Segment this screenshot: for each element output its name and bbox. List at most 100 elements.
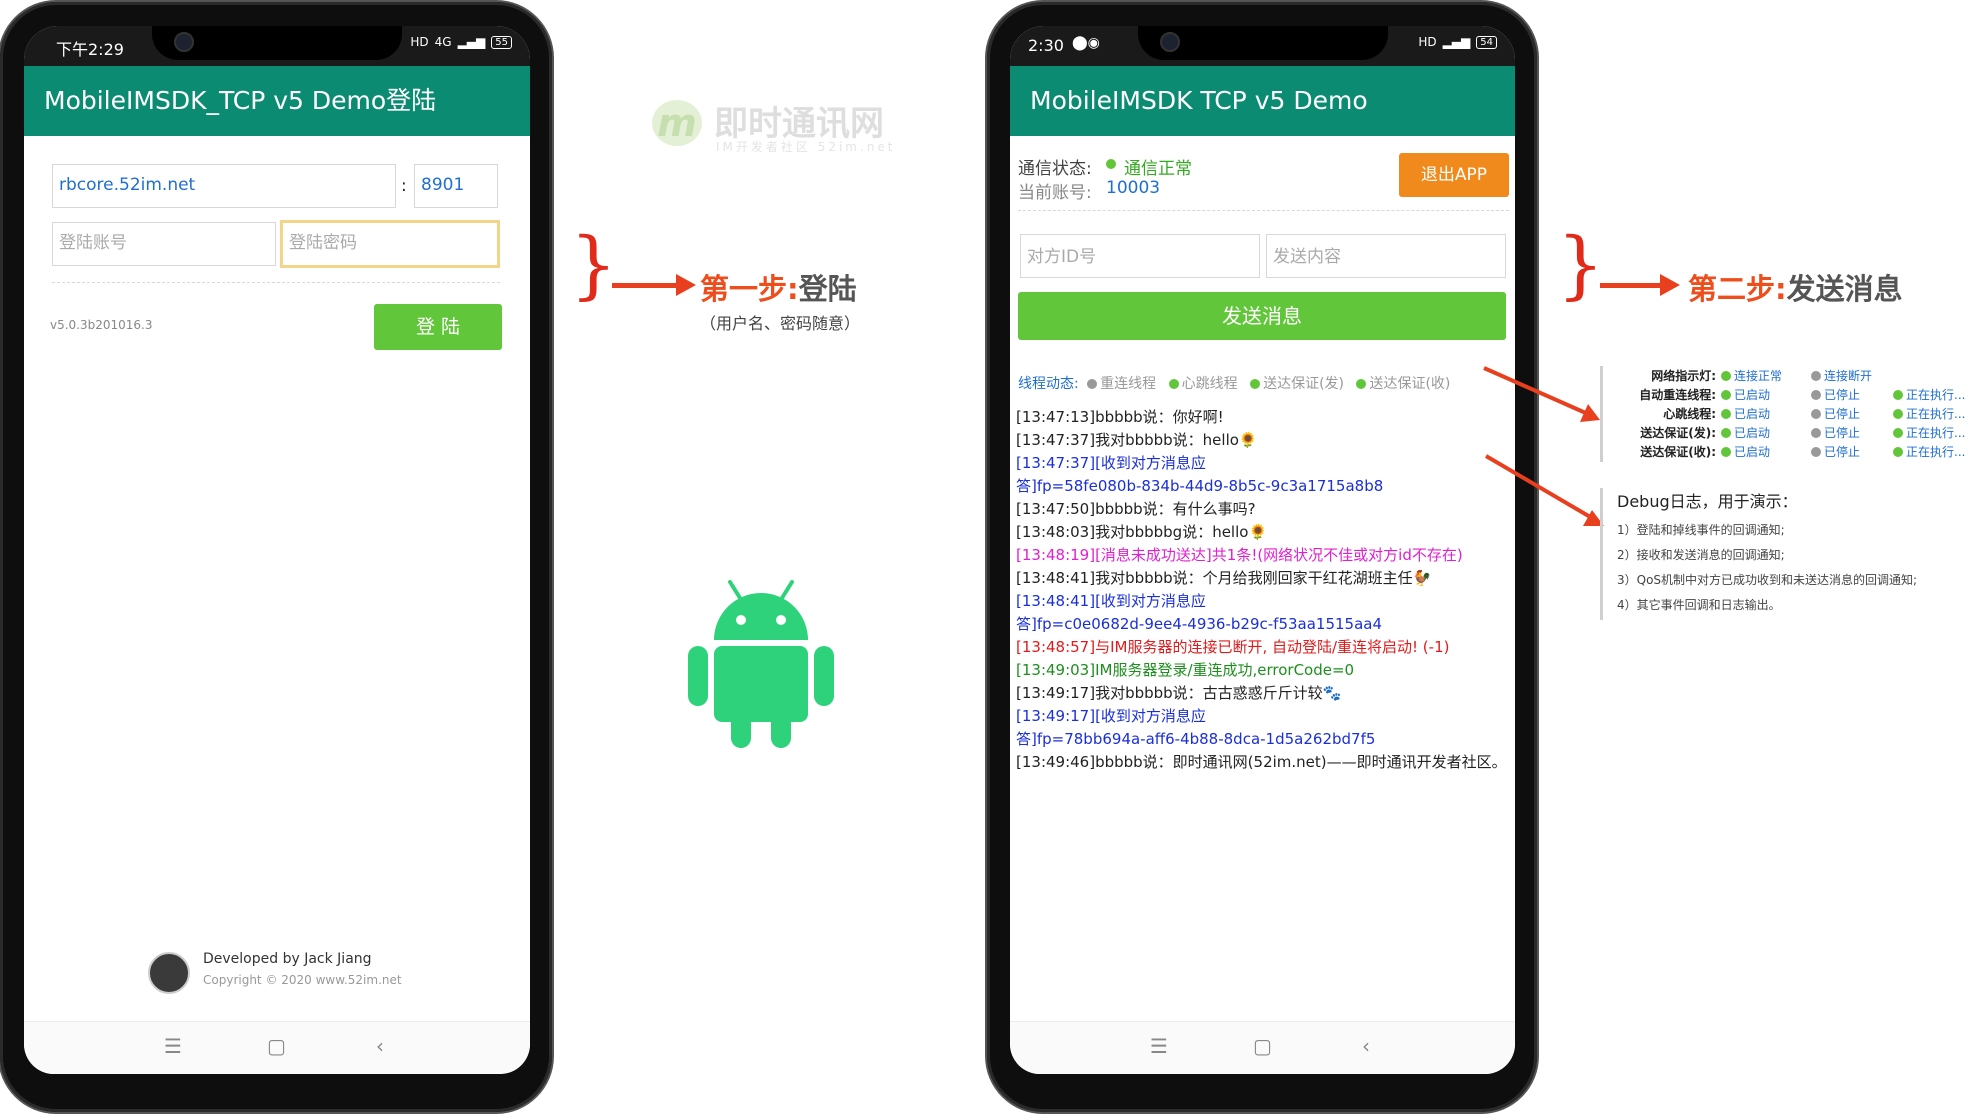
exit-app-button[interactable]: 退出APP — [1399, 153, 1509, 197]
log-line: [13:47:37][收到对方消息应 — [1016, 454, 1206, 472]
developer-credit: Developed by Jack Jiang — [203, 951, 372, 967]
legend-cell: 已启动 — [1720, 404, 1810, 423]
legend-value: 正在执行... — [1906, 388, 1966, 402]
legend-cell: 已停止 — [1810, 404, 1892, 423]
log-line: [13:49:46]bbbbb说：即时通讯网(52im.net)——即时通讯开发… — [1016, 753, 1505, 771]
copyright-text: Copyright © 2020 www.52im.net — [203, 973, 402, 987]
signal-bars-icon: ▂▄▆ — [457, 35, 486, 49]
legend-row: 网络指示灯: 连接正常 连接断开 — [1603, 366, 1966, 385]
legend-cell: 连接正常 — [1720, 366, 1810, 385]
thread-reconnect: 重连线程 — [1100, 376, 1157, 392]
status-icons: HD 4G ▂▄▆ 55 — [410, 35, 512, 49]
account-input[interactable]: 登陆账号 — [52, 222, 276, 266]
version-label: v5.0.3b201016.3 — [50, 318, 153, 332]
server-host-input[interactable]: rbcore.52im.net — [52, 164, 396, 208]
back-icon[interactable]: ‹ — [1362, 1034, 1370, 1058]
log-line: [13:47:50]bbbbb说：有什么事吗? — [1016, 500, 1256, 518]
battery-icon: 55 — [491, 35, 512, 49]
hd-icon: HD — [410, 35, 429, 49]
watermark-sub: IM开发者社区 52im.net — [716, 140, 896, 154]
legend-value: 已停止 — [1824, 426, 1861, 440]
home-icon[interactable]: ▢ — [267, 1034, 286, 1058]
status-dot-icon — [1811, 409, 1821, 419]
host-port-separator: : — [401, 176, 407, 196]
status-dot-icon — [1721, 390, 1731, 400]
legend-value: 正在执行... — [1906, 445, 1966, 459]
nav-bar: ☰ ▢ ‹ — [1010, 1021, 1515, 1074]
status-dot-icon — [1811, 447, 1821, 457]
debug-explanation-panel: Debug日志，用于演示： 1）登陆和掉线事件的回调通知; 2）接收和发送消息的… — [1600, 488, 1972, 620]
log-line: 答]fp=78bb694a-aff6-4b88-8dca-1d5a262bd7f… — [1016, 730, 1376, 748]
conn-status-value: 通信正常 — [1124, 159, 1192, 179]
status-bar: 2:30 ⬤◉ HD ▂▄▆ 54 — [1010, 26, 1515, 66]
log-line: [13:48:19][消息未成功送达]共1条!(网络状况不佳或对方id不存在) — [1016, 546, 1463, 564]
legend-value: 已启动 — [1734, 426, 1771, 440]
thread-heartbeat: 心跳线程 — [1181, 376, 1238, 392]
log-line: [13:47:37]我对bbbbb说：hello🌻 — [1016, 431, 1258, 449]
thread-dot-icon — [1087, 379, 1098, 389]
legend-cell: 已停止 — [1810, 442, 1892, 461]
legend-value: 已启动 — [1734, 388, 1771, 402]
status-dot-icon — [1811, 371, 1821, 381]
legend-cell: 已启动 — [1720, 442, 1810, 461]
debug-panel-item: 2）接收和发送消息的回调通知; — [1617, 548, 1785, 562]
legend-value: 正在执行... — [1906, 407, 1966, 421]
password-input[interactable]: 登陆密码 — [280, 220, 500, 268]
thread-status-label: 线程动态: — [1018, 376, 1079, 392]
camera-icon — [1160, 32, 1180, 52]
watermark-m-icon: m — [652, 100, 702, 146]
conn-status-dot — [1106, 159, 1116, 169]
log-line: [13:47:13]bbbbb说：你好啊! — [1016, 408, 1224, 426]
step2-arrow — [1600, 283, 1664, 288]
legend-cell — [1892, 366, 1966, 385]
log-line: [13:48:57]与IM服务器的连接已断开, 自动登陆/重连将启动! (-1) — [1016, 638, 1450, 656]
menu-icon[interactable]: ☰ — [164, 1034, 182, 1058]
indicator-legend-table: 网络指示灯: 连接正常 连接断开 自动重连线程: 已启动 已停止 正在执行...… — [1603, 366, 1966, 461]
avatar — [148, 952, 190, 994]
step1-brace: } — [570, 222, 618, 308]
thread-dot-icon — [1250, 379, 1261, 389]
send-message-button[interactable]: 发送消息 — [1018, 292, 1506, 340]
status-dot-icon — [1721, 428, 1731, 438]
left-phone-screen: 下午2:29 HD 4G ▂▄▆ 55 MobileIMSDK_TCP v5 D… — [24, 26, 530, 1074]
legend-value: 已停止 — [1824, 445, 1861, 459]
indicator-legend-panel: 网络指示灯: 连接正常 连接断开 自动重连线程: 已启动 已停止 正在执行...… — [1600, 366, 1975, 462]
legend-label: 网络指示灯: — [1651, 369, 1716, 383]
legend-label: 心跳线程: — [1663, 407, 1716, 421]
legend-cell: 正在执行... — [1892, 442, 1966, 461]
step1-note: （用户名、密码随意） — [700, 314, 861, 333]
status-dot-icon — [1893, 409, 1903, 419]
step2-brace: } — [1557, 222, 1605, 308]
debug-panel-item: 4）其它事件回调和日志输出。 — [1617, 598, 1781, 612]
status-dot-icon — [1811, 428, 1821, 438]
legend-value: 已停止 — [1824, 388, 1861, 402]
back-icon[interactable]: ‹ — [376, 1034, 384, 1058]
legend-cell: 已启动 — [1720, 423, 1810, 442]
conn-status-label: 通信状态: — [1018, 159, 1092, 179]
menu-icon[interactable]: ☰ — [1150, 1034, 1168, 1058]
notification-icons: ⬤◉ — [1072, 35, 1100, 51]
step2-title: 第二步:发送消息 — [1688, 266, 1903, 308]
status-dot-icon — [1721, 371, 1731, 381]
nav-bar: ☰ ▢ ‹ — [24, 1021, 530, 1074]
thread-status-row: 线程动态: 重连线程 心跳线程 送达保证(发) 送达保证(收) — [1018, 373, 1450, 393]
status-time: 2:30 — [1028, 36, 1064, 55]
peer-id-input[interactable]: 对方ID号 — [1020, 234, 1260, 278]
legend-value: 连接正常 — [1734, 369, 1783, 383]
legend-row: 心跳线程: 已启动 已停止 正在执行... — [1603, 404, 1966, 423]
form-divider — [52, 282, 500, 283]
login-button[interactable]: 登 陆 — [374, 304, 502, 350]
log-line: [13:48:41][收到对方消息应 — [1016, 592, 1206, 610]
hd-icon: HD — [1418, 35, 1437, 49]
status-icons: HD ▂▄▆ 54 — [1418, 35, 1497, 49]
legend-cell: 正在执行... — [1892, 423, 1966, 442]
account-value: 10003 — [1106, 178, 1161, 198]
log-line: [13:49:17]我对bbbbb说：古古惑惑斤斤计较🐾 — [1016, 684, 1342, 702]
log-line: [13:49:17][收到对方消息应 — [1016, 707, 1206, 725]
header-divider — [1018, 210, 1509, 211]
home-icon[interactable]: ▢ — [1253, 1034, 1272, 1058]
status-dot-icon — [1811, 390, 1821, 400]
debug-panel-item: 1）登陆和掉线事件的回调通知; — [1617, 523, 1785, 537]
server-port-input[interactable]: 8901 — [414, 164, 498, 208]
message-content-input[interactable]: 发送内容 — [1266, 234, 1506, 278]
